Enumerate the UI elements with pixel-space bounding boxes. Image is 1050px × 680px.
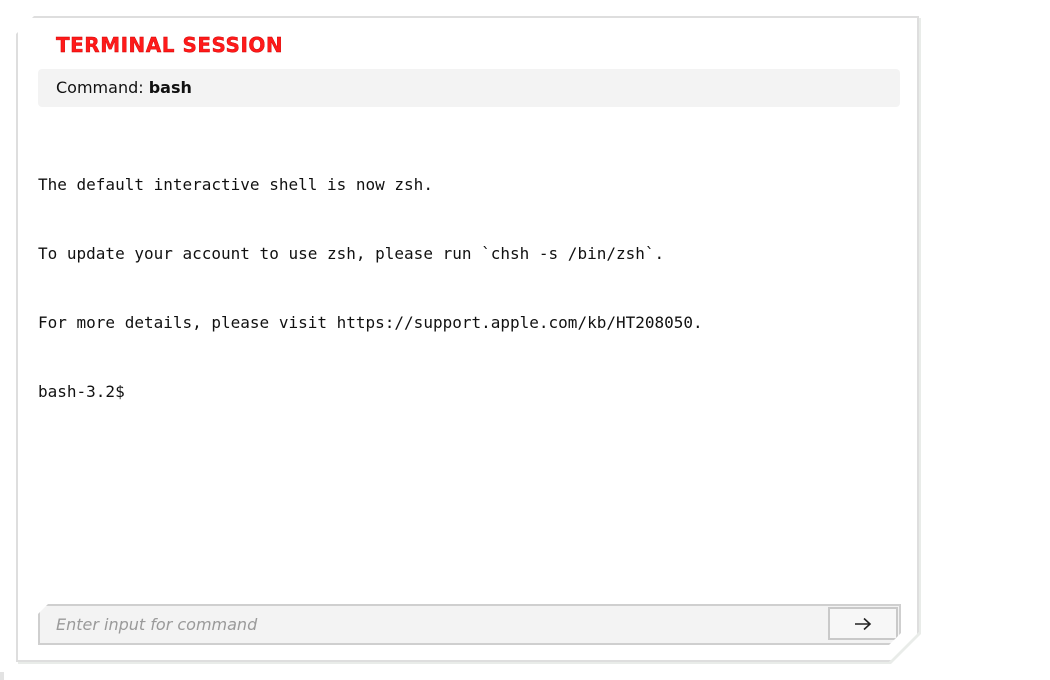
- output-line: For more details, please visit https://s…: [38, 313, 703, 332]
- command-input[interactable]: [40, 606, 828, 643]
- arrow-right-icon: [853, 617, 873, 631]
- terminal-output[interactable]: The default interactive shell is now zsh…: [38, 127, 900, 597]
- output-line: To update your account to use zsh, pleas…: [38, 244, 665, 263]
- input-row: [38, 604, 901, 645]
- output-line: The default interactive shell is now zsh…: [38, 175, 433, 194]
- terminal-panel: TERMINAL SESSION Command: bash The defau…: [16, 16, 919, 662]
- prompt-line: bash-3.2$: [38, 382, 125, 401]
- submit-button[interactable]: [828, 607, 898, 640]
- panel-title: TERMINAL SESSION: [56, 33, 284, 57]
- command-value: bash: [148, 78, 192, 97]
- command-bar: Command: bash: [38, 69, 900, 107]
- command-label: Command:: [56, 78, 144, 97]
- corner-mark: [0, 672, 4, 680]
